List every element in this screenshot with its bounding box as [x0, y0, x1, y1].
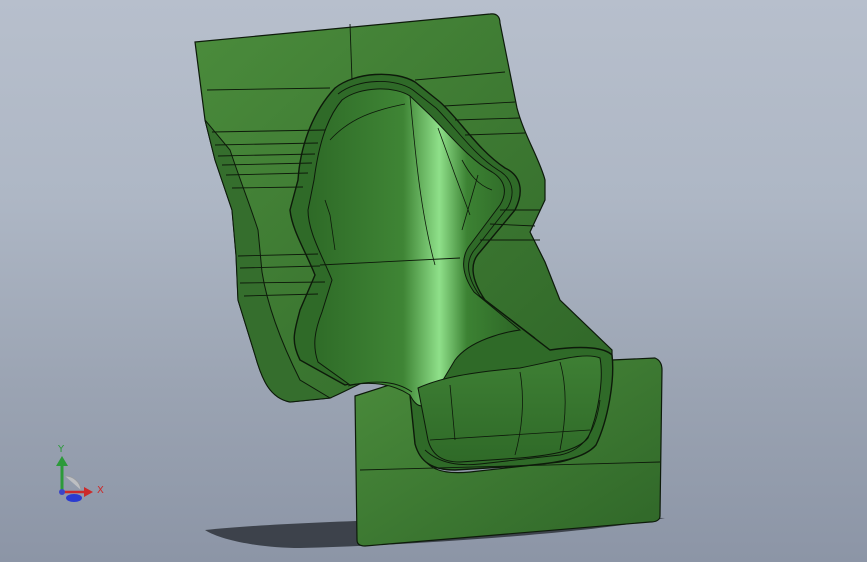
x-axis-arrowhead — [84, 487, 93, 497]
graphics-viewport[interactable]: Y X — [0, 0, 867, 562]
triad-x-label: X — [97, 485, 104, 496]
seat-mold-model[interactable] — [0, 0, 867, 562]
y-axis-arrowhead — [56, 456, 68, 466]
triad-y-label: Y — [58, 444, 65, 455]
triad-origin — [59, 489, 65, 495]
z-axis-arrow — [66, 494, 82, 502]
triad-arc — [64, 475, 82, 491]
reference-triad: Y X — [40, 436, 120, 516]
